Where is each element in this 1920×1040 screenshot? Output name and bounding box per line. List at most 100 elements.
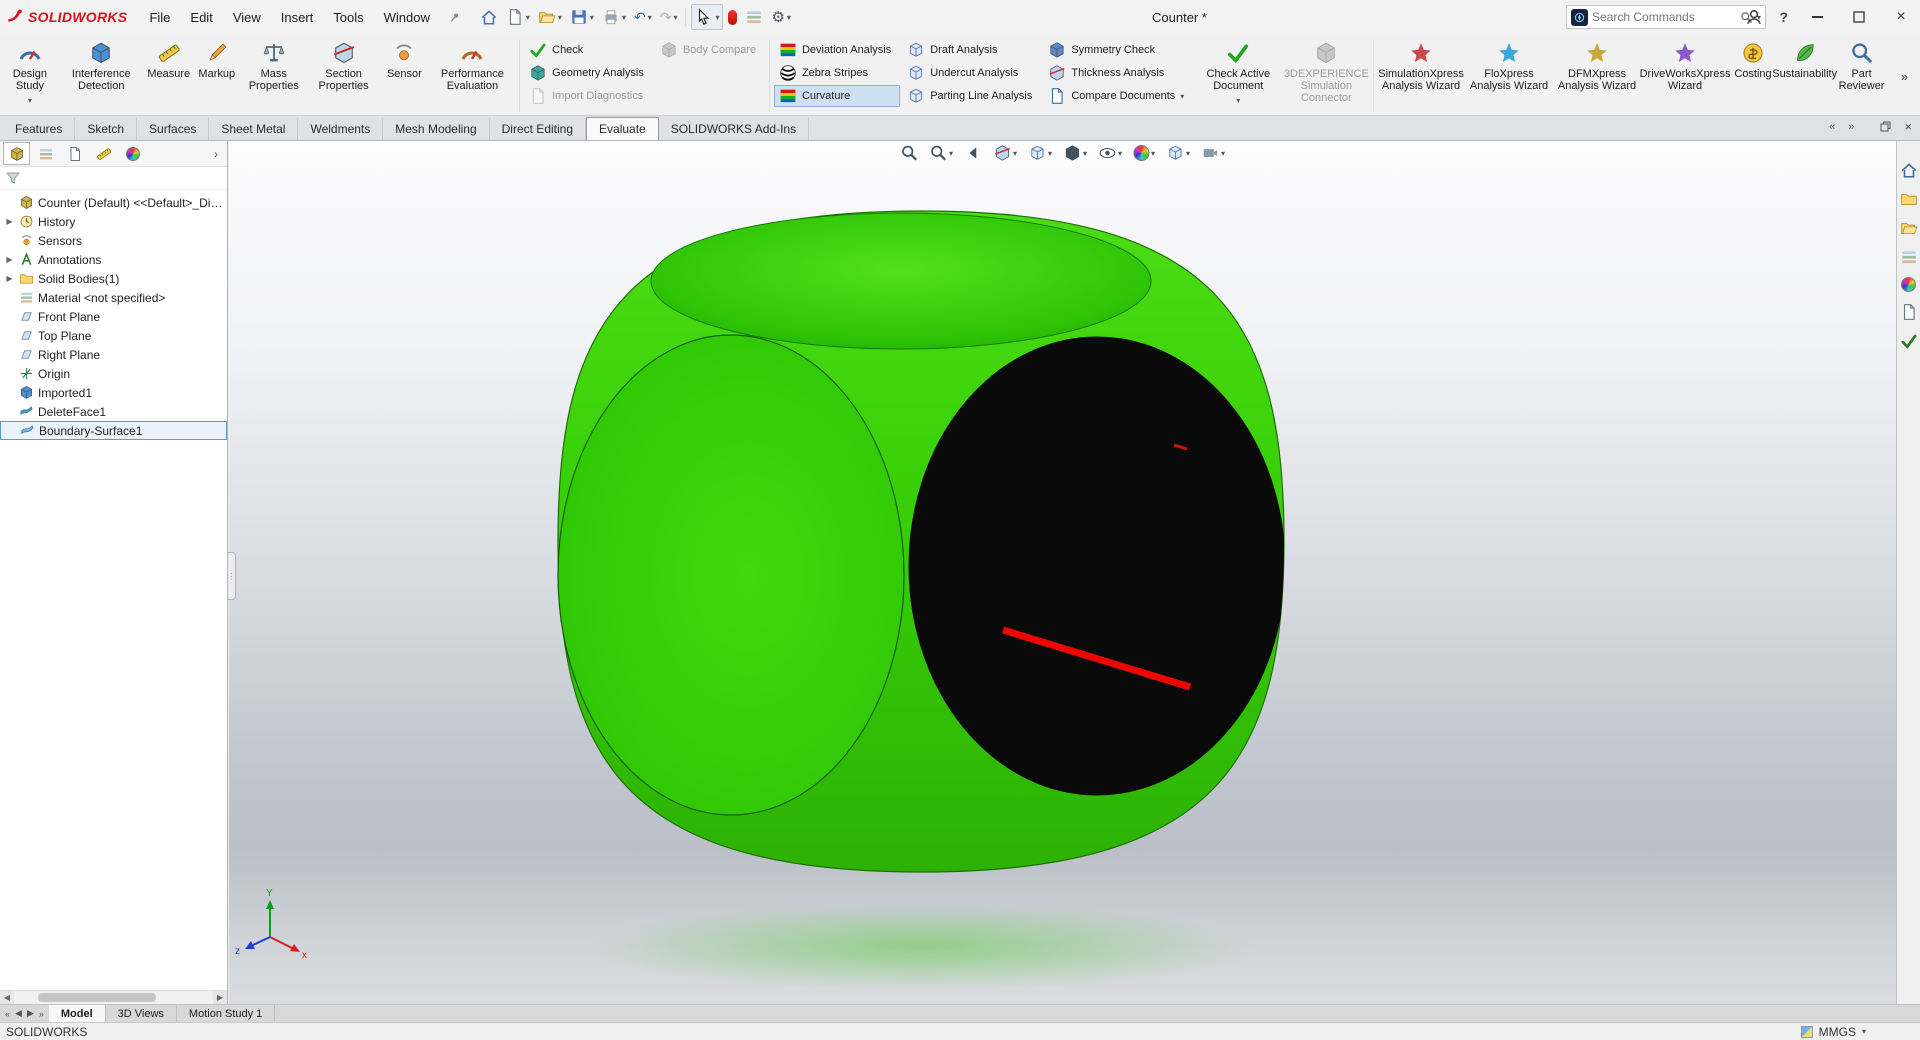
costing-button[interactable]: Costing	[1729, 37, 1777, 82]
undo-button[interactable]: ↶▾	[631, 6, 655, 29]
select-dropdown-arrow[interactable]: ▾	[715, 13, 719, 22]
tab-scroll-prev-button[interactable]: ◀	[13, 1008, 24, 1019]
task-pane-home-icon[interactable]	[1900, 161, 1918, 179]
apply-scene-button[interactable]: ▾	[1166, 144, 1190, 162]
tree-item-material[interactable]: Material <not specified>	[0, 288, 227, 307]
previous-view-button[interactable]	[964, 144, 982, 162]
tree-root-part[interactable]: Counter (Default) <<Default>_Display	[0, 193, 227, 212]
view-palette-icon[interactable]	[1900, 248, 1918, 266]
3dexperience-simulation-connector-button[interactable]: 3DEXPERIENCE Simulation Connector	[1282, 37, 1370, 106]
geometry-analysis-button[interactable]: Geometry Analysis	[524, 62, 653, 84]
tab-model[interactable]: Model	[49, 1005, 106, 1022]
displaymanager-tab[interactable]	[119, 142, 146, 165]
file-explorer-icon[interactable]	[1900, 219, 1918, 237]
die-left-recess-face[interactable]	[558, 335, 904, 815]
expand-arrow-icon[interactable]: ▶	[4, 255, 15, 264]
section-properties-button[interactable]: Section Properties	[307, 37, 381, 94]
scrollbar-thumb[interactable]	[38, 993, 156, 1002]
doc-restore-button[interactable]	[1880, 121, 1891, 132]
minimize-button[interactable]	[1804, 4, 1830, 30]
sustainability-button[interactable]: Sustainability	[1777, 37, 1832, 82]
dfmxpress-wizard-button[interactable]: DFMXpress Analysis Wizard	[1553, 37, 1641, 94]
options-dropdown-arrow[interactable]: ▾	[787, 13, 791, 22]
tab-solidworks-add-ins[interactable]: SOLIDWORKS Add-Ins	[659, 118, 809, 140]
hide-show-items-button[interactable]: ▾	[1098, 144, 1122, 162]
units-selector[interactable]: MMGS ▾	[1801, 1025, 1866, 1039]
search-commands-box[interactable]: ▾	[1566, 5, 1766, 29]
import-diagnostics-button[interactable]: Import Diagnostics	[524, 85, 653, 107]
deviation-analysis-button[interactable]: Deviation Analysis	[774, 39, 900, 61]
redo-button[interactable]: ↷▾	[657, 6, 681, 29]
tree-item-front-plane[interactable]: Front Plane	[0, 307, 227, 326]
floxpress-wizard-button[interactable]: FloXpress Analysis Wizard	[1465, 37, 1553, 94]
pane-collapse-right-icon[interactable]: »	[1848, 121, 1854, 133]
menu-edit[interactable]: Edit	[180, 6, 222, 29]
tree-item-boundary-surface1[interactable]: Boundary-Surface1	[0, 421, 227, 440]
tab-scroll-first-button[interactable]: «	[3, 1009, 12, 1019]
file-properties-button[interactable]	[742, 5, 766, 29]
driveworksxpress-wizard-button[interactable]: DriveWorksXpress Wizard	[1641, 37, 1729, 94]
undercut-analysis-button[interactable]: Undercut Analysis	[902, 62, 1041, 84]
compare-documents-dropdown-arrow[interactable]: ▾	[1180, 92, 1184, 101]
menu-insert[interactable]: Insert	[271, 6, 324, 29]
compare-documents-button[interactable]: Compare Documents ▾	[1043, 85, 1193, 107]
simulationxpress-wizard-button[interactable]: SimulationXpress Analysis Wizard	[1377, 37, 1465, 94]
zoom-to-area-button[interactable]: ▾	[929, 144, 953, 162]
manager-tabs-expand-arrow[interactable]: ›	[208, 147, 224, 161]
tab-sketch[interactable]: Sketch	[75, 118, 137, 140]
tab-sheet-metal[interactable]: Sheet Metal	[209, 118, 298, 140]
save-button[interactable]: ▾	[567, 5, 597, 29]
die-top-face[interactable]	[651, 213, 1151, 349]
home-button[interactable]	[477, 5, 501, 29]
expand-arrow-icon[interactable]: ▶	[4, 274, 15, 283]
redo-dropdown-arrow[interactable]: ▾	[673, 13, 677, 22]
zoom-to-fit-button[interactable]	[900, 144, 918, 162]
tab-evaluate[interactable]: Evaluate	[586, 117, 659, 140]
design-library-icon[interactable]	[1900, 190, 1918, 208]
print-button[interactable]: ▾	[599, 5, 629, 29]
performance-evaluation-button[interactable]: Performance Evaluation	[428, 37, 516, 94]
tab-mesh-modeling[interactable]: Mesh Modeling	[383, 118, 489, 140]
options-button[interactable]: ⚙▾	[768, 5, 793, 29]
search-input[interactable]	[1592, 10, 1736, 24]
zebra-stripes-button[interactable]: Zebra Stripes	[774, 62, 900, 84]
menu-tools[interactable]: Tools	[323, 6, 373, 29]
symmetry-check-button[interactable]: Symmetry Check	[1043, 39, 1193, 61]
select-tool-button[interactable]: ▾	[691, 4, 723, 30]
menu-view[interactable]: View	[223, 6, 271, 29]
filter-funnel-icon[interactable]	[5, 170, 21, 186]
model-3d-view[interactable]: Y x z	[229, 141, 1896, 1004]
undo-dropdown-arrow[interactable]: ▾	[648, 13, 652, 22]
tab-3d-views[interactable]: 3D Views	[106, 1005, 177, 1022]
units-dropdown-arrow[interactable]: ▾	[1862, 1027, 1866, 1036]
help-icon[interactable]: ?	[1779, 9, 1788, 25]
graphics-viewport[interactable]: Y x z ▾ ▾ ▾ ▾ ▾ ▾ ▾ ▾	[229, 141, 1896, 1004]
measure-button[interactable]: Measure	[145, 37, 193, 82]
ribbon-overflow-chevron[interactable]: »	[1891, 69, 1918, 84]
interference-detection-button[interactable]: Interference Detection	[58, 37, 145, 94]
tab-weldments[interactable]: Weldments	[298, 118, 383, 140]
new-document-button[interactable]: ▾	[503, 5, 533, 29]
pane-collapse-left-icon[interactable]: «	[1829, 121, 1835, 133]
appearances-scenes-icon[interactable]	[1901, 277, 1916, 292]
tree-item-sensors[interactable]: Sensors	[0, 231, 227, 250]
section-view-button[interactable]: ▾	[993, 144, 1017, 162]
mass-properties-button[interactable]: Mass Properties	[241, 37, 307, 94]
markup-button[interactable]: Markup	[193, 37, 241, 82]
custom-properties-icon[interactable]	[1900, 303, 1918, 321]
new-dropdown-arrow[interactable]: ▾	[526, 13, 530, 22]
curvature-button[interactable]: Curvature	[774, 85, 900, 107]
tab-motion-study-1[interactable]: Motion Study 1	[177, 1005, 275, 1022]
check-button[interactable]: Check	[524, 39, 653, 61]
check-active-document-dropdown-arrow[interactable]: ▾	[1236, 95, 1240, 107]
maximize-button[interactable]	[1846, 4, 1872, 30]
expand-arrow-icon[interactable]: ▶	[4, 217, 15, 226]
tree-item-history[interactable]: ▶ History	[0, 212, 227, 231]
edit-appearance-button[interactable]: ▾	[1133, 145, 1155, 161]
doc-close-button[interactable]: ×	[1904, 119, 1912, 134]
3dexperience-badge-icon[interactable]	[725, 7, 740, 28]
thickness-analysis-button[interactable]: Thickness Analysis	[1043, 62, 1193, 84]
menu-window[interactable]: Window	[374, 6, 440, 29]
design-study-button[interactable]: Design Study ▾	[2, 37, 58, 109]
save-dropdown-arrow[interactable]: ▾	[590, 13, 594, 22]
